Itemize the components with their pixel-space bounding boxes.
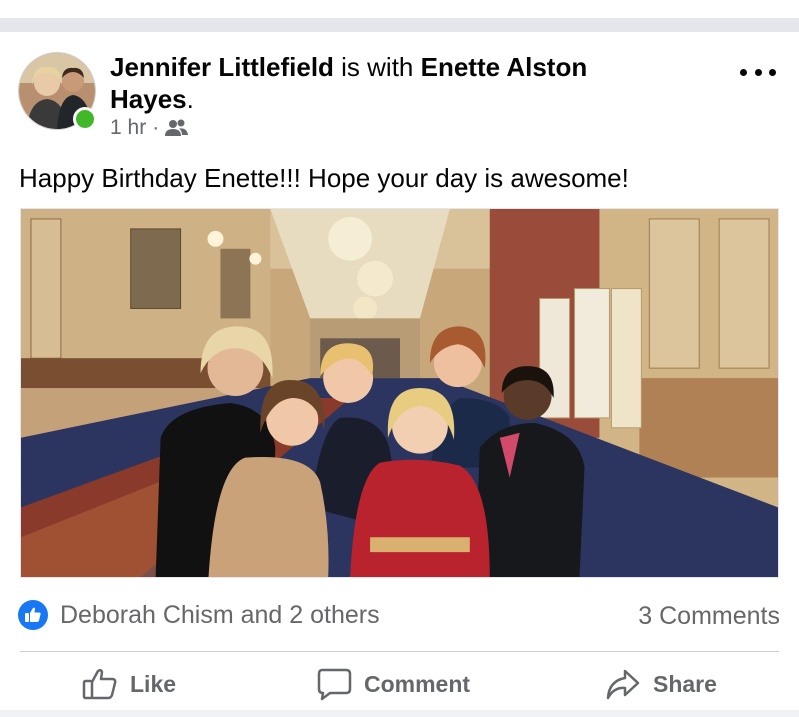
comment-bubble-icon bbox=[316, 667, 352, 701]
like-button[interactable]: Like bbox=[82, 660, 176, 708]
author-name[interactable]: Jennifer Littlefield bbox=[110, 52, 334, 82]
post-header: Jennifer Littlefield is with Enette Alst… bbox=[110, 51, 670, 115]
friends-icon bbox=[165, 118, 189, 138]
post-meta: 1 hr · bbox=[110, 116, 189, 140]
thumbs-up-icon bbox=[82, 667, 118, 701]
top-separator bbox=[0, 0, 799, 32]
more-options-button[interactable] bbox=[738, 60, 778, 84]
comments-count[interactable]: 3 Comments bbox=[638, 602, 780, 631]
bottom-separator bbox=[0, 710, 799, 717]
more-dot-icon bbox=[740, 68, 747, 76]
post-actions: Like Comment Share bbox=[0, 660, 799, 708]
comment-button[interactable]: Comment bbox=[316, 660, 470, 708]
with-text: is with bbox=[333, 52, 421, 82]
comment-label: Comment bbox=[364, 670, 471, 697]
share-label: Share bbox=[653, 670, 717, 697]
reactions-summary[interactable]: Deborah Chism and 2 others bbox=[18, 600, 380, 630]
like-icon bbox=[18, 600, 48, 630]
share-button[interactable]: Share bbox=[605, 660, 717, 708]
more-dot-icon bbox=[769, 68, 776, 76]
reactions-text: Deborah Chism and 2 others bbox=[60, 600, 380, 629]
share-arrow-icon bbox=[605, 667, 641, 701]
period: . bbox=[186, 84, 194, 114]
online-status-dot bbox=[73, 107, 97, 131]
divider bbox=[20, 651, 779, 652]
post-time[interactable]: 1 hr bbox=[110, 116, 146, 140]
post-photo[interactable] bbox=[20, 208, 779, 578]
meta-separator: · bbox=[152, 116, 160, 139]
post-text: Happy Birthday Enette!!! Hope your day i… bbox=[19, 163, 629, 193]
more-dot-icon bbox=[754, 68, 762, 76]
like-label: Like bbox=[130, 670, 177, 697]
